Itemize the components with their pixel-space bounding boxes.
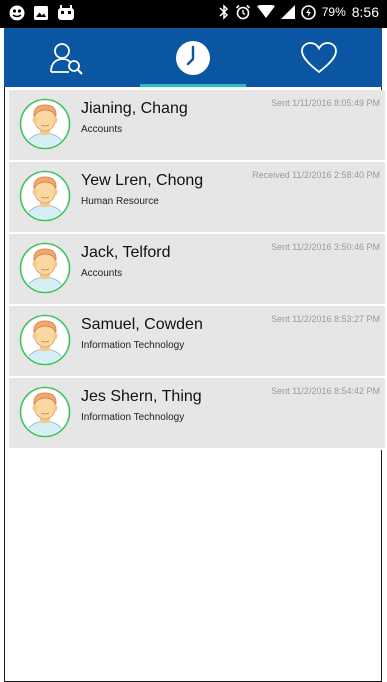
heart-icon [301, 41, 337, 73]
contact-department: Information Technology [81, 340, 185, 351]
avatar-icon [19, 386, 71, 438]
recent-contact-list: Jianing, Chang Accounts Sent 1/11/2016 8… [9, 90, 385, 450]
contact-name: Jack, Telford [81, 244, 171, 261]
contact-department: Information Technology [81, 412, 185, 423]
contact-department: Accounts [81, 268, 123, 279]
tab-recent[interactable] [130, 28, 256, 87]
image-notification-icon [34, 6, 48, 20]
tab-contacts[interactable] [4, 28, 130, 87]
battery-percent: 79% [321, 5, 346, 19]
message-timestamp: Sent 11/2/2016 3:50:46 PM [271, 242, 380, 252]
contact-department: Human Resource [81, 196, 159, 207]
message-timestamp: Sent 11/2/2016 8:53:27 PM [271, 314, 380, 324]
contact-row[interactable]: Jack, Telford Accounts Sent 11/2/2016 3:… [9, 234, 385, 306]
avatar-icon [19, 98, 71, 150]
wifi-icon [256, 5, 275, 18]
bluetooth-icon [219, 4, 228, 20]
app-notification-icon [9, 5, 25, 21]
tab-favorites[interactable] [256, 28, 382, 87]
contact-row[interactable]: Samuel, Cowden Information Technology Se… [9, 306, 385, 378]
contact-row[interactable]: Jianing, Chang Accounts Sent 1/11/2016 8… [9, 90, 385, 162]
message-timestamp: Sent 1/11/2016 8:05:49 PM [271, 98, 380, 108]
contact-name: Samuel, Cowden [81, 316, 203, 333]
contact-name: Jes Shern, Thing [81, 388, 202, 405]
contact-row[interactable]: Jes Shern, Thing Information Technology … [9, 378, 385, 450]
active-tab-indicator [140, 84, 246, 87]
contact-name: Yew Lren, Chong [81, 172, 204, 189]
contact-name: Jianing, Chang [81, 100, 188, 117]
contact-search-icon [50, 42, 83, 75]
android-debug-icon [58, 5, 74, 20]
avatar-icon [19, 242, 71, 294]
alarm-icon [235, 4, 250, 20]
contact-row[interactable]: Yew Lren, Chong Human Resource Received … [9, 162, 385, 234]
clock-icon [176, 40, 210, 75]
clock-time: 8:56 [351, 4, 379, 20]
message-timestamp: Received 11/2/2016 2:58:40 PM [252, 170, 380, 180]
avatar-icon [19, 314, 71, 366]
status-bar: 79% 8:56 [0, 0, 387, 28]
tab-bar [4, 28, 382, 87]
battery-saver-icon [300, 4, 316, 20]
avatar-icon [19, 170, 71, 222]
cell-signal-icon [280, 5, 295, 19]
contact-department: Accounts [81, 124, 123, 135]
message-timestamp: Sent 11/2/2016 8:54:42 PM [271, 386, 380, 396]
